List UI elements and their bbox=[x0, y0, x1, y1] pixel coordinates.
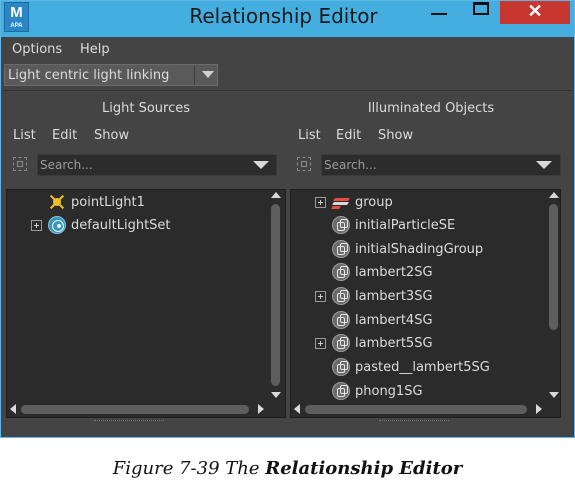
close-button[interactable]: ✕ bbox=[500, 1, 570, 24]
dropdown-divider bbox=[194, 65, 195, 85]
scroll-right-icon[interactable] bbox=[536, 404, 542, 414]
minimize-icon bbox=[431, 13, 447, 15]
left-search-field[interactable] bbox=[37, 154, 277, 176]
scroll-left-icon[interactable] bbox=[10, 404, 16, 414]
light-sources-panel: Light Sources List Edit Show pointLight1… bbox=[4, 91, 288, 423]
expand-icon[interactable] bbox=[31, 220, 42, 231]
vertical-scrollbar[interactable] bbox=[268, 190, 284, 400]
list-item[interactable]: pasted__lambert5SG bbox=[291, 357, 543, 379]
title-bar[interactable]: M APA Relationship Editor ✕ bbox=[1, 1, 574, 37]
light-sources-title: Light Sources bbox=[102, 101, 190, 116]
linking-mode-value: Light centric light linking bbox=[8, 68, 170, 83]
filter-icon[interactable] bbox=[294, 154, 314, 174]
shading-group-icon bbox=[332, 311, 350, 329]
item-label: lambert2SG bbox=[355, 265, 433, 280]
item-label: lambert5SG bbox=[355, 336, 433, 351]
expand-icon[interactable] bbox=[315, 197, 326, 208]
resize-grip[interactable] bbox=[94, 420, 164, 421]
shading-group-icon bbox=[332, 240, 350, 258]
menu-help[interactable]: Help bbox=[80, 42, 110, 57]
maximize-button[interactable] bbox=[464, 1, 498, 27]
shading-group-icon bbox=[332, 358, 350, 376]
point-light-icon bbox=[48, 193, 66, 211]
item-label: pointLight1 bbox=[71, 195, 145, 210]
resize-grip[interactable] bbox=[379, 420, 449, 421]
horizontal-scrollbar[interactable] bbox=[291, 401, 545, 417]
illuminated-objects-list[interactable]: group initialParticleSE initialShadingGr… bbox=[290, 189, 561, 418]
right-menu-show[interactable]: Show bbox=[378, 128, 413, 143]
scroll-right-icon[interactable] bbox=[258, 404, 264, 414]
expand-icon[interactable] bbox=[315, 291, 326, 302]
right-menu-list[interactable]: List bbox=[298, 128, 321, 143]
item-label: phong1SG bbox=[355, 384, 423, 399]
item-label: group bbox=[355, 195, 393, 210]
shading-group-icon bbox=[332, 216, 350, 234]
chevron-down-icon[interactable] bbox=[536, 161, 552, 169]
list-item[interactable]: pointLight1 bbox=[7, 192, 265, 214]
item-label: lambert3SG bbox=[355, 289, 433, 304]
chevron-down-icon[interactable] bbox=[253, 161, 269, 169]
illuminated-objects-panel: Illuminated Objects List Edit Show group… bbox=[289, 91, 573, 423]
expand-icon[interactable] bbox=[315, 338, 326, 349]
vertical-scrollbar[interactable] bbox=[546, 190, 560, 400]
item-label: lambert4SG bbox=[355, 313, 433, 328]
filter-icon[interactable] bbox=[10, 154, 30, 174]
list-item[interactable]: lambert5SG bbox=[291, 333, 543, 355]
scroll-down-icon[interactable] bbox=[271, 392, 281, 398]
group-icon bbox=[331, 193, 350, 211]
list-item[interactable]: lambert3SG bbox=[291, 286, 543, 308]
list-item[interactable]: initialParticleSE bbox=[291, 215, 543, 237]
filter-center bbox=[301, 161, 307, 167]
shading-group-icon bbox=[332, 263, 350, 281]
item-label: defaultLightSet bbox=[71, 218, 171, 233]
scroll-up-icon[interactable] bbox=[549, 192, 559, 198]
menu-options[interactable]: Options bbox=[12, 42, 62, 57]
item-label: initialShadingGroup bbox=[355, 242, 484, 257]
linking-mode-dropdown[interactable]: Light centric light linking bbox=[4, 64, 218, 86]
group-stripe-b bbox=[332, 202, 349, 205]
shading-group-icon bbox=[332, 334, 350, 352]
left-menu-list[interactable]: List bbox=[13, 128, 36, 143]
caption-bold: Relationship Editor bbox=[265, 458, 463, 479]
shading-group-icon bbox=[332, 382, 350, 400]
horizontal-scrollbar[interactable] bbox=[7, 401, 267, 417]
scroll-left-icon[interactable] bbox=[294, 404, 300, 414]
shading-group-icon bbox=[332, 287, 350, 305]
right-search-field[interactable] bbox=[321, 154, 561, 176]
menu-bar: Options Help bbox=[3, 39, 573, 61]
scroll-up-icon[interactable] bbox=[271, 192, 281, 198]
light-core bbox=[53, 198, 61, 206]
group-stripe-c bbox=[331, 206, 341, 209]
scroll-thumb[interactable] bbox=[305, 405, 527, 414]
list-item[interactable]: group bbox=[291, 192, 543, 214]
list-item[interactable]: phong1SG bbox=[291, 381, 543, 403]
caption-prefix: Figure 7-39 The bbox=[112, 458, 266, 479]
minimize-button[interactable] bbox=[423, 1, 457, 27]
close-icon: ✕ bbox=[527, 1, 543, 21]
scroll-thumb[interactable] bbox=[549, 204, 558, 330]
list-item[interactable]: initialShadingGroup bbox=[291, 239, 543, 261]
left-search-input[interactable] bbox=[40, 156, 240, 174]
light-set-icon bbox=[48, 216, 66, 234]
right-menu-edit[interactable]: Edit bbox=[336, 128, 361, 143]
relationship-editor-window: M APA Relationship Editor ✕ Options Help… bbox=[0, 0, 575, 438]
chevron-down-icon[interactable] bbox=[202, 71, 214, 78]
maximize-icon bbox=[473, 2, 489, 15]
item-label: initialParticleSE bbox=[355, 218, 456, 233]
item-label: pasted__lambert5SG bbox=[355, 360, 490, 375]
filter-center bbox=[17, 161, 23, 167]
scroll-down-icon[interactable] bbox=[549, 392, 559, 398]
scroll-thumb[interactable] bbox=[21, 405, 249, 414]
figure-caption: Figure 7-39 The Relationship Editor bbox=[0, 458, 575, 479]
list-item[interactable]: defaultLightSet bbox=[7, 215, 265, 237]
scroll-thumb[interactable] bbox=[271, 204, 280, 386]
list-item[interactable]: lambert2SG bbox=[291, 262, 543, 284]
group-stripe-a bbox=[333, 198, 350, 201]
list-item[interactable]: lambert4SG bbox=[291, 310, 543, 332]
illuminated-objects-title: Illuminated Objects bbox=[367, 101, 495, 116]
light-sources-list[interactable]: pointLight1 defaultLightSet bbox=[6, 189, 286, 418]
left-menu-show[interactable]: Show bbox=[94, 128, 129, 143]
right-search-input[interactable] bbox=[324, 156, 524, 174]
left-menu-edit[interactable]: Edit bbox=[52, 128, 77, 143]
